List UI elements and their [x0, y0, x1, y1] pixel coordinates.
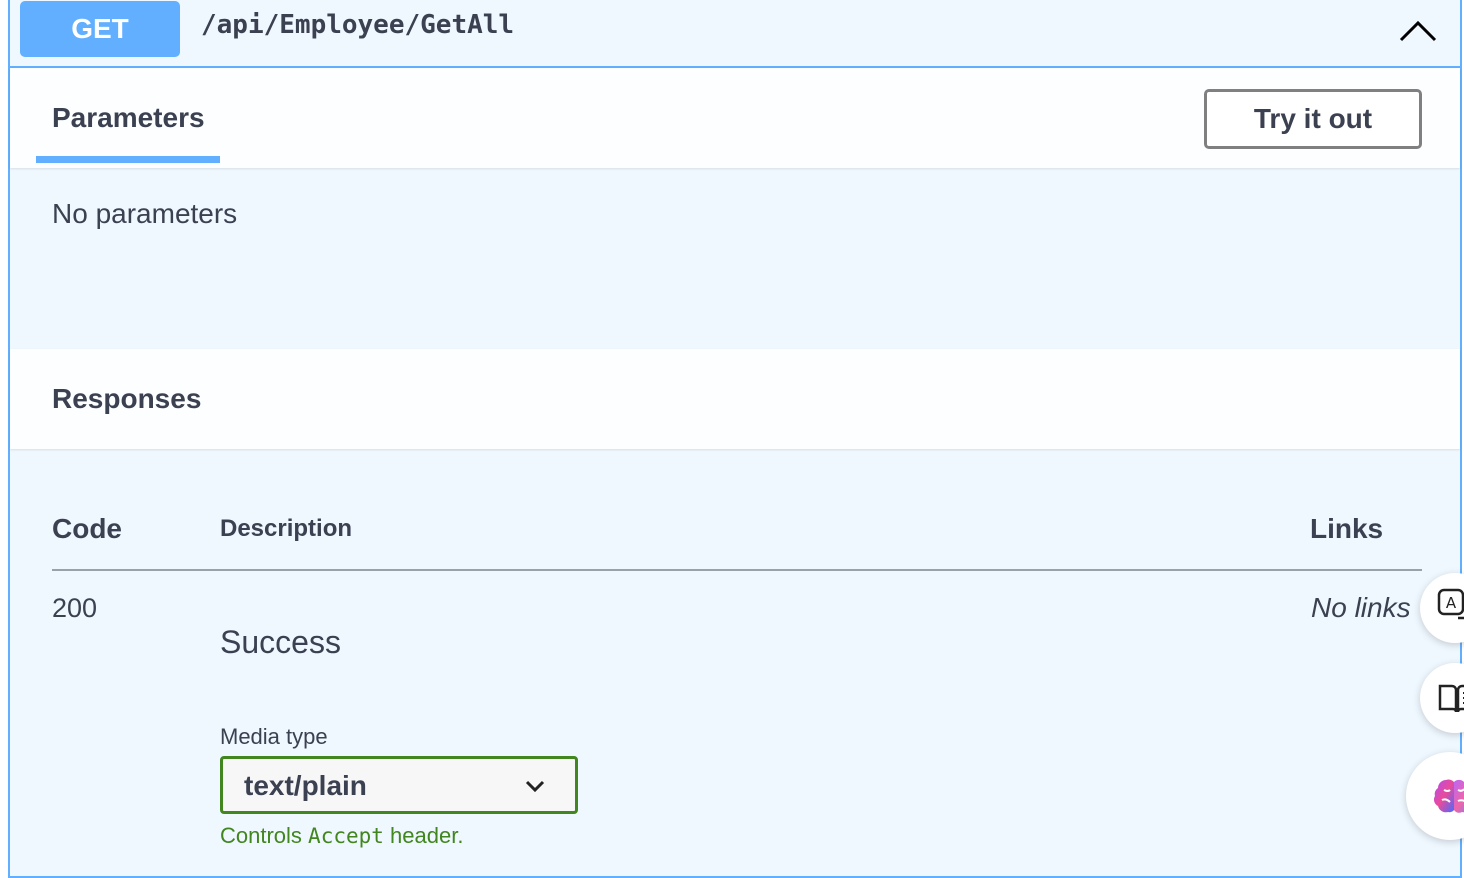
endpoint-path: /api/Employee/GetAll	[201, 10, 515, 40]
column-header-code: Code	[52, 513, 122, 544]
hint-suffix: header.	[390, 823, 464, 848]
translate-icon: A	[1437, 588, 1464, 620]
media-type-label: Media type	[220, 724, 328, 749]
media-type-hint: Controls Accept header.	[220, 823, 463, 849]
response-description: Success	[220, 624, 341, 660]
brain-assistant-icon	[1433, 779, 1464, 813]
column-header-links: Links	[1310, 513, 1384, 544]
no-parameters-text: No parameters	[52, 198, 238, 229]
table-divider	[52, 569, 1422, 571]
media-type-select[interactable]: text/plain	[220, 756, 578, 814]
parameters-header: Parameters Try it out	[10, 68, 1460, 168]
responses-header: Responses	[10, 349, 1460, 449]
operation-summary[interactable]: GET /api/Employee/GetAll	[10, 0, 1460, 68]
operation-block: GET /api/Employee/GetAll Parameters Try …	[8, 0, 1462, 878]
column-header-description: Description	[220, 515, 353, 542]
try-it-out-button[interactable]: Try it out	[1204, 89, 1422, 149]
svg-text:A: A	[1446, 594, 1457, 612]
tab-parameters[interactable]: Parameters	[52, 102, 205, 134]
response-links: No links	[1311, 592, 1411, 623]
responses-title: Responses	[52, 383, 202, 414]
chevron-down-icon	[525, 780, 545, 793]
response-code: 200	[52, 593, 98, 623]
hint-code: Accept	[308, 824, 384, 848]
media-type-value: text/plain	[244, 770, 367, 801]
chevron-up-icon[interactable]	[1398, 18, 1438, 44]
hint-prefix: Controls	[220, 823, 302, 848]
reader-icon	[1438, 684, 1464, 713]
active-tab-indicator	[36, 156, 220, 163]
method-badge: GET	[20, 1, 180, 57]
